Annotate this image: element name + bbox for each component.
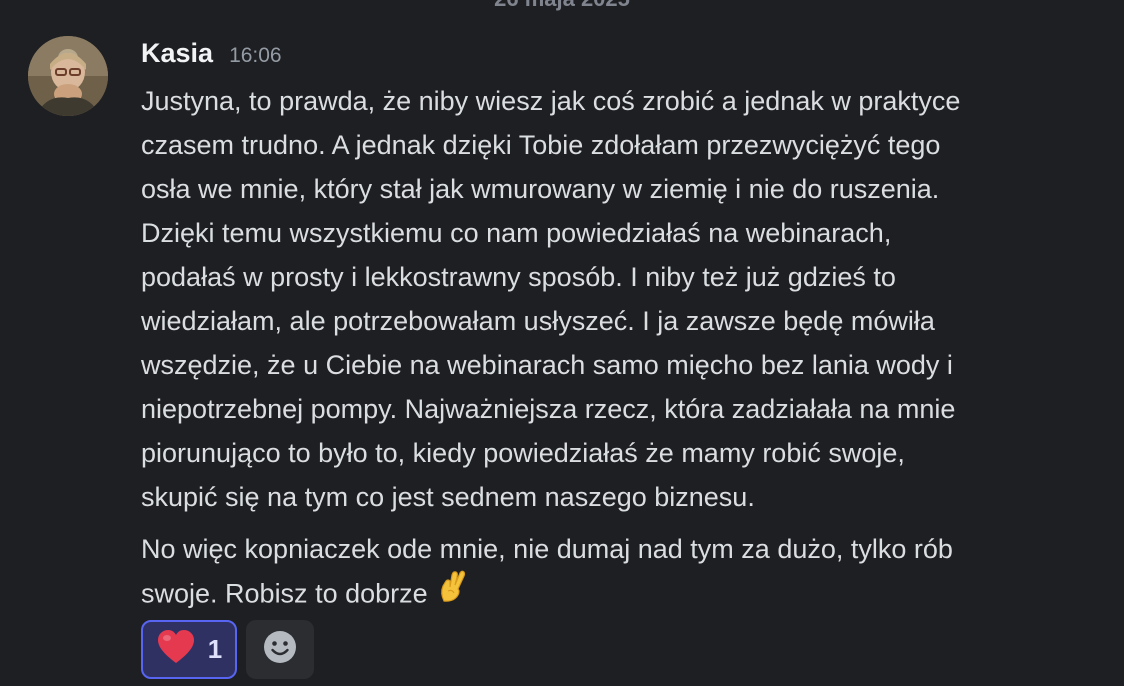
- smiley-icon: [263, 630, 297, 669]
- date-divider: 26 maja 2025: [0, 0, 1124, 12]
- username[interactable]: Kasia: [141, 38, 213, 69]
- message-line: wiedziałam, ale potrzebowałam usłyszeć. …: [141, 306, 935, 336]
- message-content: Justyna, to prawda, że niby wiesz jak co…: [141, 79, 1101, 620]
- message-line-with-emoji: swoje. Robisz to dobrze: [141, 570, 1101, 620]
- add-reaction-button[interactable]: [246, 620, 314, 679]
- heart-icon: [156, 629, 196, 670]
- heart-reaction-button[interactable]: 1: [141, 620, 237, 679]
- avatar[interactable]: [28, 36, 108, 116]
- message-line: osła we mnie, który stał jak wmurowany w…: [141, 174, 940, 204]
- message-header: Kasia 16:06: [141, 38, 282, 72]
- message-line: swoje. Robisz to dobrze: [141, 578, 428, 609]
- timestamp[interactable]: 16:06: [229, 44, 282, 68]
- reactions-bar: 1: [141, 620, 314, 679]
- message-line: No więc kopniaczek ode mnie, nie dumaj n…: [141, 534, 953, 564]
- message-line: podałaś w prosty i lekkostrawny sposób. …: [141, 262, 896, 292]
- message-line: piorunująco to było to, kiedy powiedział…: [141, 438, 905, 468]
- message-line: niepotrzebnej pompy. Najważniejsza rzecz…: [141, 394, 956, 424]
- message-line: skupić się na tym co jest sednem naszego…: [141, 482, 755, 512]
- message-line: wszędzie, że u Ciebie na webinarach samo…: [141, 350, 953, 380]
- chat-screen: 26 maja 2025 Kasia 16:06 Justyna, to pra…: [0, 0, 1124, 686]
- message-line: Dzięki temu wszystkiemu co nam powiedzia…: [141, 218, 892, 248]
- crossed-fingers-icon: [434, 567, 470, 616]
- avatar-photo: [28, 36, 108, 116]
- reaction-count: 1: [207, 634, 223, 664]
- message-line: Justyna, to prawda, że niby wiesz jak co…: [141, 86, 961, 116]
- message-line: czasem trudno. A jednak dzięki Tobie zdo…: [141, 130, 941, 160]
